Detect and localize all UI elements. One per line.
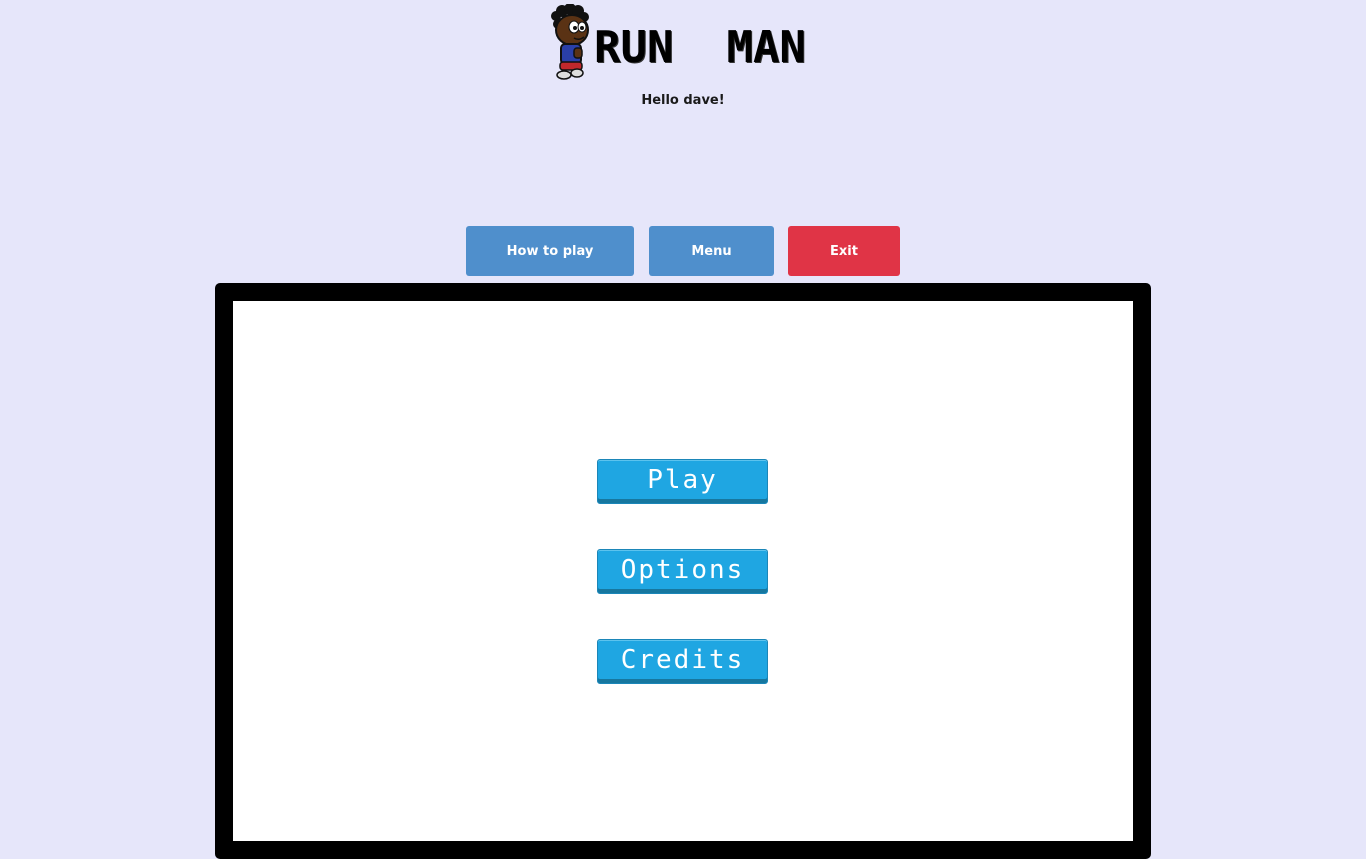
logo-title: RUN MAN — [594, 22, 806, 73]
page: RUN MAN Hello dave! How to play Menu Exi… — [0, 0, 1366, 859]
menu-button[interactable]: Menu — [649, 226, 774, 276]
logo: RUN MAN — [548, 4, 806, 82]
how-to-play-button[interactable]: How to play — [466, 226, 634, 276]
credits-button[interactable]: Credits — [597, 639, 768, 684]
options-button[interactable]: Options — [597, 549, 768, 594]
play-button[interactable]: Play — [597, 459, 768, 504]
greeting-text: Hello dave! — [641, 93, 725, 108]
game-frame: Play Options Credits — [215, 283, 1151, 859]
exit-button[interactable]: Exit — [788, 226, 900, 276]
run-man-character-icon — [551, 4, 589, 80]
game-canvas[interactable]: Play Options Credits — [233, 301, 1133, 841]
